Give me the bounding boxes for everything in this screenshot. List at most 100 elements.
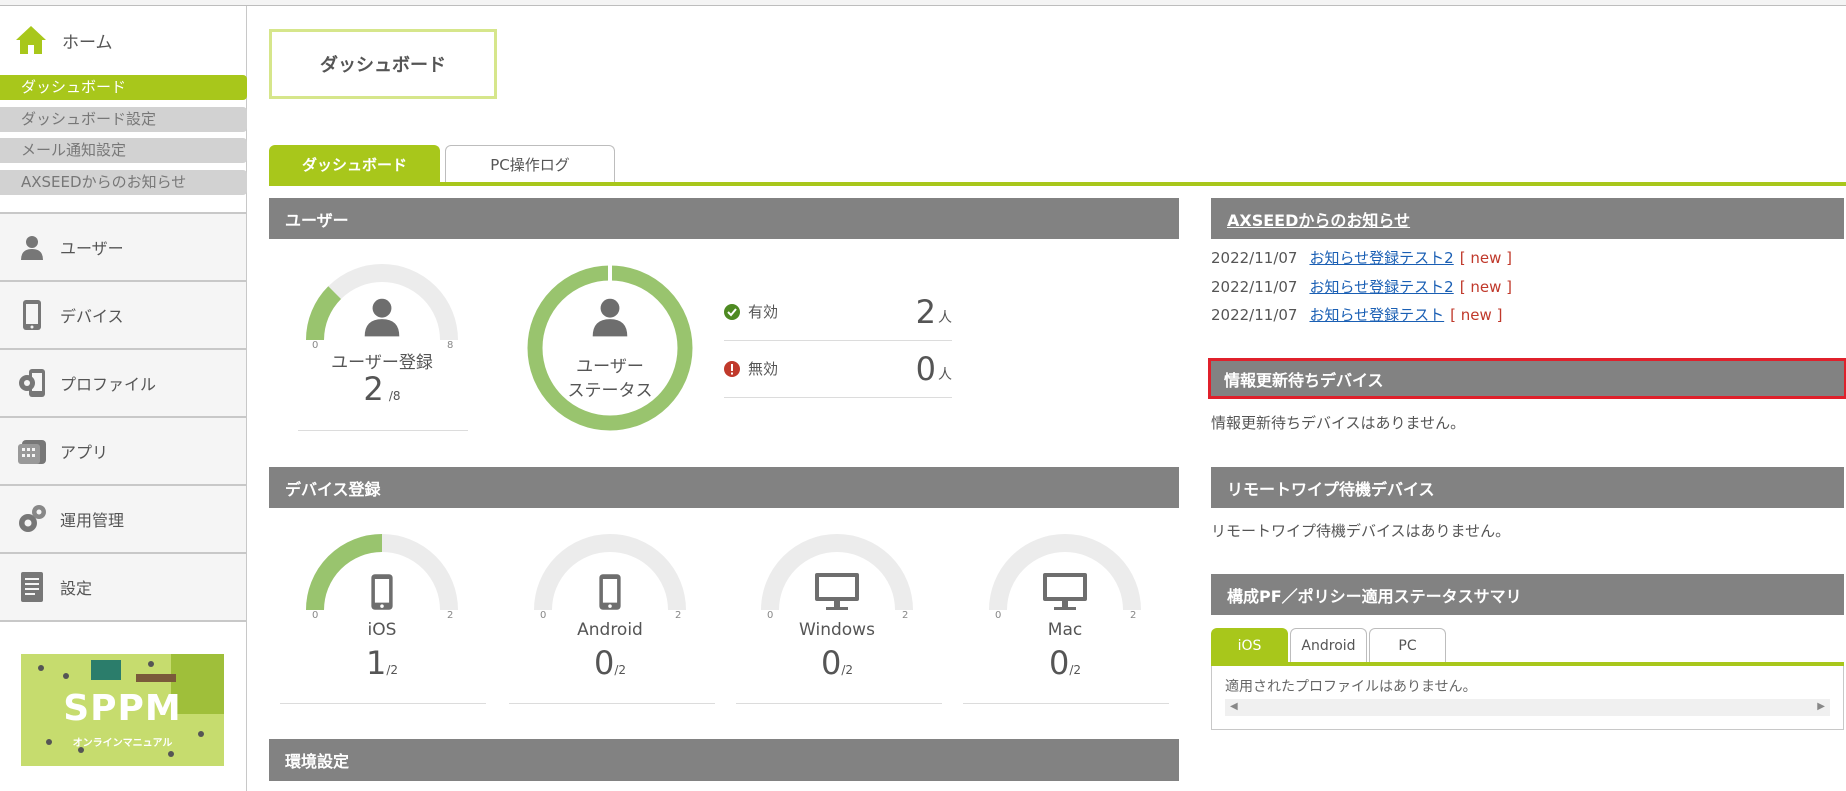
sidebar-item-users[interactable]: ユーザー	[0, 214, 246, 282]
page-title: ダッシュボード	[269, 29, 497, 99]
device-max: /2	[386, 663, 399, 677]
status-label: 有効	[748, 303, 779, 321]
scroll-left-arrow-icon[interactable]: ◀	[1230, 701, 1238, 712]
subnav-item-axseed-news[interactable]: AXSEEDからのお知らせ	[0, 169, 247, 195]
status-unit: 人	[938, 366, 952, 383]
status-row-active: 有効 2 人	[724, 283, 952, 341]
tab-android[interactable]: Android	[1290, 628, 1367, 663]
tab-dashboard[interactable]: ダッシュボード	[269, 145, 440, 183]
device-count: 0	[820, 644, 842, 682]
gauge-underline	[509, 703, 715, 704]
news-title-link[interactable]: お知らせ登録テスト2	[1309, 249, 1453, 267]
device-max: /2	[841, 663, 854, 677]
device-gauge-value: 0/2	[975, 644, 1155, 682]
news-new-badge: [ new ]	[1459, 278, 1512, 296]
scroll-right-arrow-icon[interactable]: ▶	[1817, 701, 1825, 712]
home-label: ホーム	[62, 32, 113, 53]
user-icon	[592, 298, 628, 337]
device-gauge-mac: 0 2 Mac 0/2	[975, 522, 1155, 687]
sidebar-item-operations[interactable]: 運用管理	[0, 486, 246, 554]
environment-section-header: 環境設定	[269, 739, 1179, 781]
device-gauge-value: 1/2	[292, 644, 472, 682]
device-gauge-value: 0/2	[520, 644, 700, 682]
news-title-link[interactable]: お知らせ登録テスト2	[1309, 278, 1453, 296]
status-label: 無効	[748, 360, 779, 378]
gauge-underline	[963, 703, 1169, 704]
news-new-badge: [ new ]	[1450, 306, 1503, 324]
device-gauge-label: Android	[577, 620, 643, 640]
pending-devices-message: 情報更新待ちデバイスはありません。	[1211, 414, 1466, 432]
status-unit: 人	[938, 309, 952, 326]
tab-underline	[269, 182, 1846, 186]
smartphone-icon	[597, 572, 623, 616]
policy-summary-message: 適用されたプロファイルはありません。	[1225, 679, 1477, 695]
horizontal-scrollbar[interactable]: ◀ ▶	[1225, 699, 1830, 716]
profile-icon	[14, 365, 50, 401]
monitor-icon	[1042, 572, 1088, 616]
status-count: 2	[915, 292, 936, 331]
gauge-underline	[298, 430, 468, 431]
device-gauge-android: 0 2 Android 0/2	[520, 522, 700, 687]
smartphone-icon	[369, 572, 395, 616]
axseed-news-section-header[interactable]: AXSEEDからのお知らせ	[1211, 198, 1844, 239]
device-max: /2	[614, 663, 627, 677]
status-row-inactive: 無効 0 人	[724, 340, 952, 398]
device-gauge-value: 0/2	[747, 644, 927, 682]
tab-pc[interactable]: PC	[1369, 628, 1446, 663]
news-date: 2022/11/07	[1211, 249, 1298, 267]
news-item: 2022/11/07 お知らせ登録テスト [ new ]	[1211, 303, 1502, 327]
dashboard-subnav: ダッシュボード ダッシュボード設定 メール通知設定 AXSEEDからのお知らせ	[0, 75, 247, 201]
sidebar-item-label: 運用管理	[60, 511, 125, 530]
remote-wipe-message: リモートワイプ待機デバイスはありません。	[1211, 522, 1511, 540]
device-count: 0	[1048, 644, 1070, 682]
remote-wipe-section-header: リモートワイプ待機デバイス	[1211, 467, 1844, 508]
device-max: /2	[1069, 663, 1082, 677]
user-icon	[14, 229, 50, 265]
users-section-header: ユーザー	[269, 198, 1179, 239]
sidebar-item-settings[interactable]: 設定	[0, 554, 246, 622]
tab-pc-operation-log[interactable]: PC操作ログ	[445, 145, 615, 183]
device-gauge-label: iOS	[367, 620, 397, 640]
sidebar-item-apps[interactable]: アプリ	[0, 418, 246, 486]
news-date: 2022/11/07	[1211, 278, 1298, 296]
main-nav: ユーザー デバイス プロファイル アプリ 運用管理 設定	[0, 212, 246, 622]
subnav-item-dashboard[interactable]: ダッシュボード	[0, 75, 247, 100]
check-circle-icon	[724, 303, 740, 320]
news-title-link[interactable]: お知らせ登録テスト	[1309, 306, 1444, 324]
gauge-underline	[736, 703, 942, 704]
user-status-label-line2: ステータス	[567, 381, 653, 401]
exclamation-circle-icon	[724, 360, 740, 377]
gauge-fill	[306, 286, 342, 341]
sidebar: ホーム ダッシュボード ダッシュボード設定 メール通知設定 AXSEEDからのお…	[0, 6, 247, 791]
sidebar-item-label: 設定	[60, 579, 93, 598]
sidebar-item-label: デバイス	[60, 307, 124, 326]
device-icon	[14, 297, 50, 333]
device-registration-section-header: デバイス登録	[269, 467, 1179, 508]
news-new-badge: [ new ]	[1459, 249, 1512, 267]
user-status-label-line1: ユーザー	[576, 357, 644, 377]
subnav-item-mail-notification[interactable]: メール通知設定	[0, 138, 247, 163]
gauge-underline	[280, 703, 486, 704]
banner-subtitle: オンラインマニュアル	[72, 738, 173, 749]
news-item: 2022/11/07 お知らせ登録テスト2 [ new ]	[1211, 275, 1512, 299]
sidebar-item-label: ユーザー	[60, 239, 124, 258]
app-icon	[14, 433, 50, 469]
online-manual-banner[interactable]: SPPM オンラインマニュアル	[21, 654, 224, 766]
sidebar-item-label: プロファイル	[60, 375, 157, 394]
device-gauge-windows: 0 2 Windows 0/2	[747, 522, 927, 687]
user-registration-max: /8	[388, 389, 401, 403]
home-link[interactable]: ホーム	[14, 22, 113, 58]
device-gauge-ios: 0 2 iOS 1/2	[292, 522, 472, 687]
gears-icon	[14, 501, 50, 537]
sidebar-item-devices[interactable]: デバイス	[0, 282, 246, 350]
pending-devices-section-header: 情報更新待ちデバイス	[1208, 358, 1846, 399]
news-date: 2022/11/07	[1211, 306, 1298, 324]
window-top-border	[0, 0, 1846, 6]
user-icon	[364, 298, 400, 337]
home-icon	[16, 26, 46, 54]
news-item: 2022/11/07 お知らせ登録テスト2 [ new ]	[1211, 246, 1512, 270]
tab-ios[interactable]: iOS	[1211, 628, 1288, 663]
subnav-item-dashboard-settings[interactable]: ダッシュボード設定	[0, 106, 247, 132]
sidebar-item-profiles[interactable]: プロファイル	[0, 350, 246, 418]
banner-title: SPPM	[63, 688, 182, 729]
